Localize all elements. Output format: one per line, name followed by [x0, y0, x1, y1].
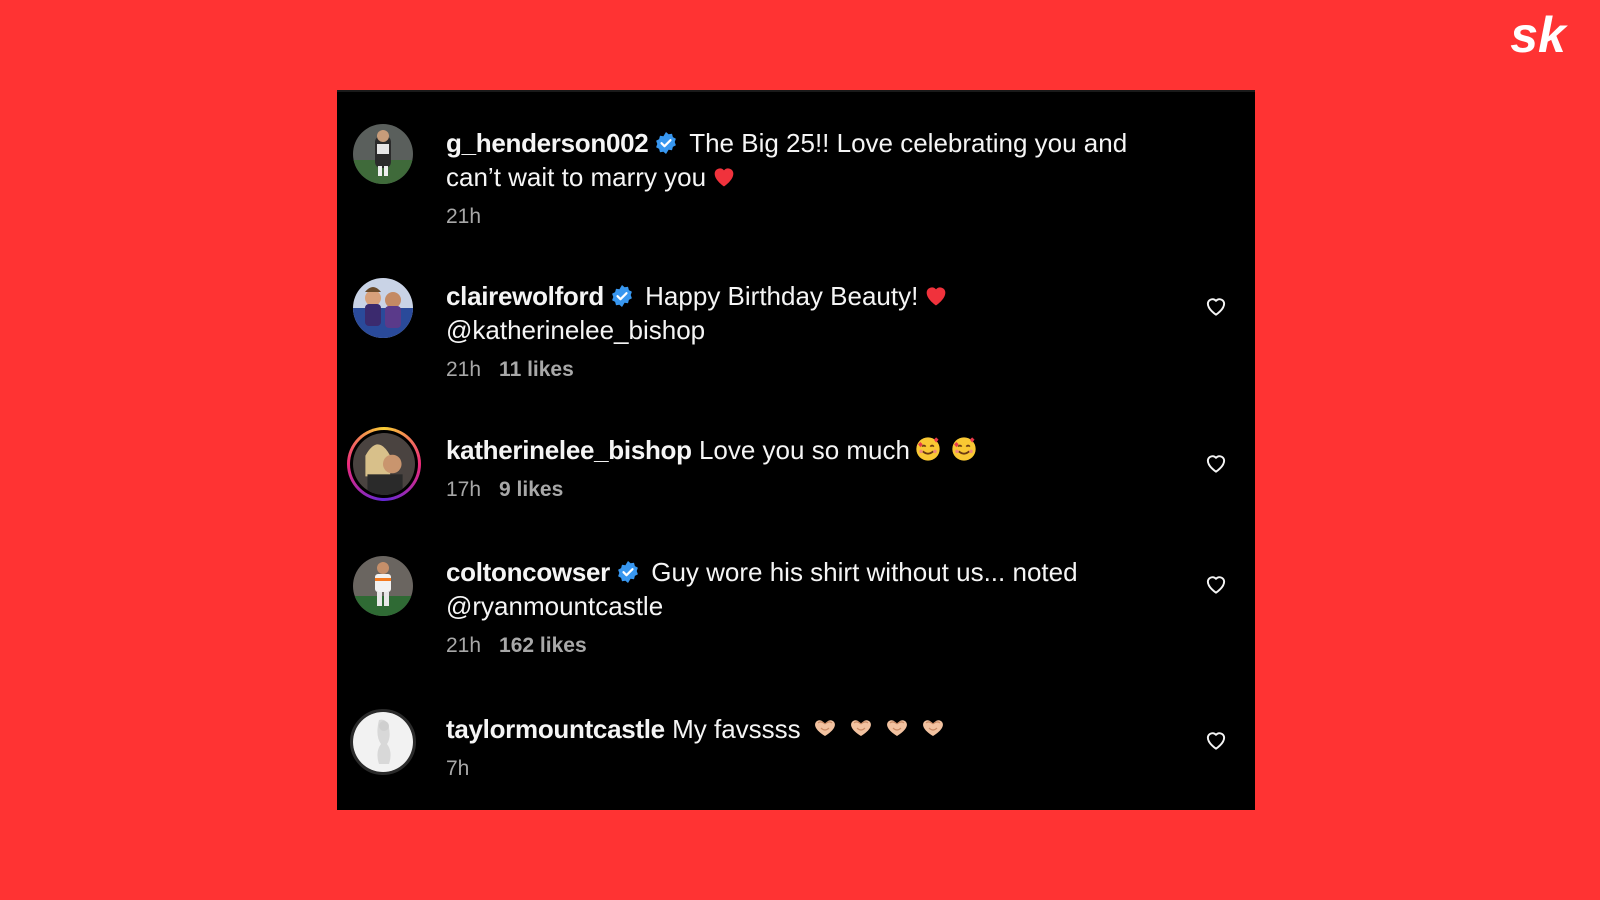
verified-badge-icon — [610, 284, 634, 308]
comment-body: g_henderson002 The Big 25!! Love celebra… — [446, 126, 1185, 230]
red-heart-icon — [922, 281, 950, 309]
comment-meta: 17h 9 likes — [446, 477, 1185, 503]
red-heart-icon — [710, 162, 738, 190]
heart-icon[interactable] — [1203, 293, 1229, 319]
avatar[interactable] — [353, 124, 413, 184]
comment-likes[interactable]: 11 likes — [499, 358, 574, 381]
comment-time: 21h — [446, 358, 482, 381]
comment-text: Happy Birthday Beauty! — [645, 281, 919, 311]
avatar[interactable] — [347, 427, 421, 501]
comment-time: 21h — [446, 205, 482, 228]
heart-icon[interactable] — [1203, 450, 1229, 476]
heart-hands-icon — [847, 714, 875, 742]
comment-meta: 21h 162 likes — [446, 633, 1185, 659]
comment-time: 7h — [446, 757, 470, 780]
heart-hands-icon — [811, 714, 839, 742]
comment-username[interactable]: taylormountcastle — [446, 714, 665, 744]
heart-icon[interactable] — [1203, 571, 1229, 597]
comment-username[interactable]: coltoncowser — [446, 557, 610, 587]
logo-text: sk — [1510, 8, 1568, 63]
avatar[interactable] — [350, 709, 416, 775]
comment-username[interactable]: katherinelee_bishop — [446, 435, 692, 465]
verified-badge-icon — [654, 131, 678, 155]
comment-time: 21h — [446, 634, 482, 657]
comment-body: clairewolford Happy Birthday Beauty! @ka… — [446, 279, 1185, 383]
comment-text: My favssss — [672, 714, 801, 744]
comment-body: coltoncowser Guy wore his shirt without … — [446, 555, 1185, 659]
avatar[interactable] — [353, 278, 413, 338]
comment-likes[interactable]: 9 likes — [499, 478, 563, 501]
avatar[interactable] — [353, 556, 413, 616]
verified-badge-icon — [616, 560, 640, 584]
comment-username[interactable]: clairewolford — [446, 281, 604, 311]
comment-username[interactable]: g_henderson002 — [446, 128, 649, 158]
mention-link[interactable]: @katherinelee_bishop — [446, 315, 705, 345]
comment-likes[interactable]: 162 likes — [499, 634, 587, 657]
comment-text: Love you so much — [698, 435, 910, 465]
comment-time: 17h — [446, 478, 482, 501]
smiling-face-with-hearts-icon — [950, 435, 978, 463]
sportskeeda-logo: sk — [1490, 8, 1586, 64]
comment-meta: 21h — [446, 204, 1185, 230]
heart-hands-icon — [919, 714, 947, 742]
comment-body: taylormountcastle My favssss 7h — [446, 712, 1185, 782]
comment-meta: 21h 11 likes — [446, 357, 1185, 383]
heart-icon[interactable] — [1203, 727, 1229, 753]
smiling-face-with-hearts-icon — [914, 435, 942, 463]
comments-panel: g_henderson002 The Big 25!! Love celebra… — [337, 90, 1255, 810]
heart-hands-icon — [883, 714, 911, 742]
comment-body: katherinelee_bishop Love you so much 17h… — [446, 433, 1185, 503]
comment-meta: 7h — [446, 756, 1185, 782]
